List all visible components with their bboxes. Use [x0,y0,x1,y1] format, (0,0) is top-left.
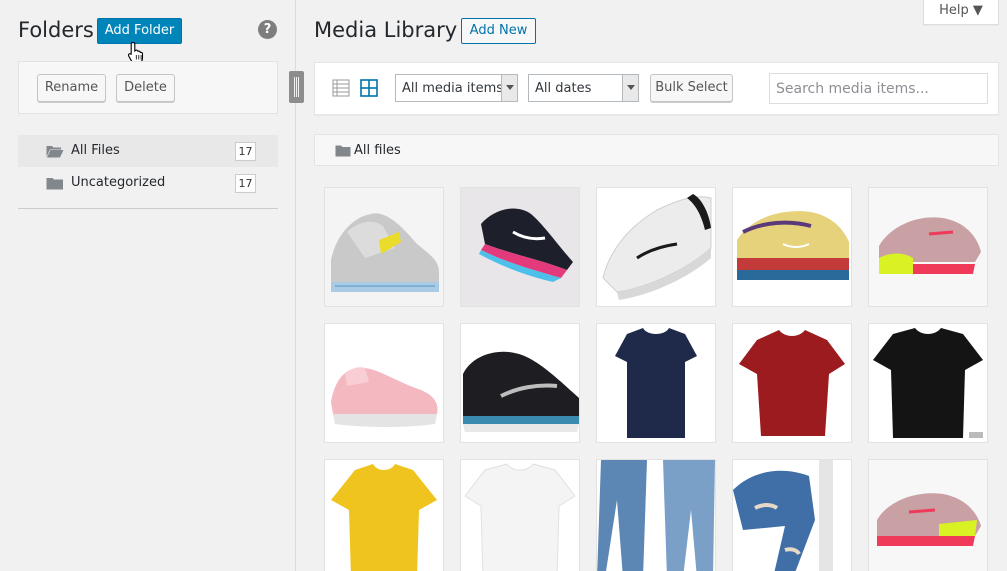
media-library-main: Media Library Add New Help ▼ All media i… [297,0,1007,571]
folder-icon [335,145,351,157]
help-icon[interactable]: ? [258,20,277,39]
media-thumbnail-sneaker-white[interactable] [596,187,716,307]
search-input[interactable] [769,73,988,104]
chevron-down-icon [501,75,517,101]
media-thumbnail-tshirt-yellow[interactable] [324,459,444,571]
media-thumbnail-sneaker-yellow-multicolor[interactable] [732,187,852,307]
folders-panel: Folders Add Folder ? Rename Delete All F… [0,0,296,571]
media-thumbnail-jeans-blue[interactable] [596,459,716,571]
media-thumbnail-sneaker-pink-knit[interactable] [324,323,444,443]
breadcrumb: All files [314,134,999,166]
media-thumbnail-jeans-ripped[interactable] [732,459,852,571]
folder-item-all-files[interactable]: All Files 17 [18,135,278,167]
media-thumbnail-tshirt-navy[interactable] [596,323,716,443]
app-window: Folders Add Folder ? Rename Delete All F… [0,0,1007,571]
page-title: Media Library [314,18,458,42]
folder-name: All Files [71,143,120,158]
folders-title: Folders [18,18,94,42]
media-type-filter[interactable]: All media items [395,74,518,102]
rename-button[interactable]: Rename [37,74,106,102]
folder-open-icon [46,146,64,158]
media-thumbnail-sneaker-pink-neon-2[interactable] [868,459,988,571]
list-view-icon[interactable] [332,79,350,97]
media-thumbnail-sneaker-pink-neon[interactable] [868,187,988,307]
delete-button[interactable]: Delete [116,74,175,102]
media-thumbnail-sneaker-black-rainbow[interactable] [460,187,580,307]
folder-list: All Files 17 Uncategorized 17 [18,135,278,199]
folder-name: Uncategorized [71,175,166,190]
folder-count: 17 [235,142,256,161]
folder-icon [46,178,63,190]
breadcrumb-label: All files [354,143,401,158]
bulk-select-button[interactable]: Bulk Select [650,74,733,102]
add-new-button[interactable]: Add New [461,18,536,44]
media-toolbar: All media items All dates Bulk Select [314,62,999,115]
media-thumbnail-tshirt-white[interactable] [460,459,580,571]
media-type-filter-value: All media items [402,81,504,96]
date-filter[interactable]: All dates [528,74,639,102]
folder-actions: Rename Delete [18,61,278,114]
help-tab[interactable]: Help ▼ [923,0,999,25]
chevron-down-icon [622,75,638,101]
folder-item-uncategorized[interactable]: Uncategorized 17 [18,167,278,199]
grid-view-icon[interactable] [360,79,378,97]
divider [18,208,278,209]
date-filter-value: All dates [535,81,592,96]
folder-count: 17 [235,174,256,193]
media-thumbnail-sneaker-black-blue[interactable] [460,323,580,443]
media-thumbnail-sneaker-gray-yellow[interactable] [324,187,444,307]
media-thumbnail-tshirt-black[interactable] [868,323,988,443]
media-thumbnail-tshirt-red[interactable] [732,323,852,443]
